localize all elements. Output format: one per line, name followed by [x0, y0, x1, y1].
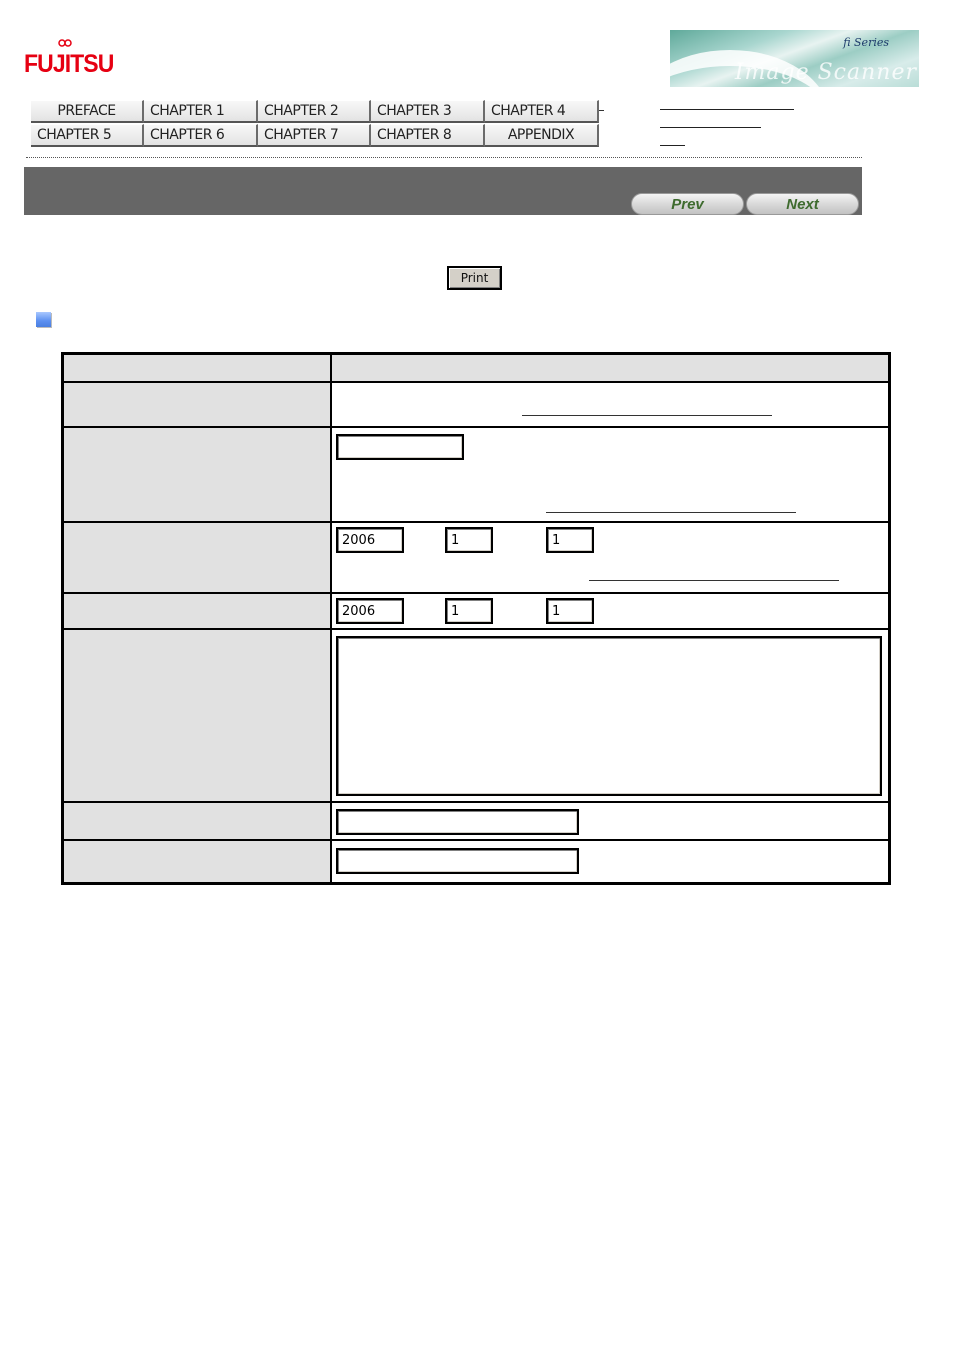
comment-textarea[interactable] — [336, 636, 882, 796]
row-label — [61, 381, 332, 428]
row-label — [61, 521, 332, 594]
table-row — [61, 426, 891, 523]
end-month-field[interactable] — [445, 598, 493, 624]
section-heading — [36, 312, 52, 328]
banner-series-text: fi Series — [843, 36, 889, 49]
start-year-field[interactable] — [336, 527, 404, 553]
nav-chapter-5[interactable]: CHAPTER 5 — [31, 124, 144, 147]
nav-preface[interactable]: PREFACE — [31, 100, 144, 123]
banner-subtitle: Image Scanner — [734, 60, 917, 85]
next-button[interactable]: Next — [746, 193, 859, 215]
nav-chapter-1[interactable]: CHAPTER 1 — [144, 100, 258, 123]
end-year-field[interactable] — [336, 598, 404, 624]
print-button[interactable]: Print — [447, 266, 502, 290]
nav-chapter-6[interactable]: CHAPTER 6 — [144, 124, 258, 147]
header-link-3[interactable] — [660, 145, 685, 146]
row-value — [330, 801, 891, 841]
inline-link[interactable] — [589, 580, 839, 581]
logo-text: FUJITSU — [24, 50, 114, 78]
nav-dash-decoration — [599, 110, 604, 111]
nav-chapter-7[interactable]: CHAPTER 7 — [258, 124, 371, 147]
header-cell-item — [61, 352, 332, 383]
start-day-field[interactable] — [546, 527, 594, 553]
row-value — [330, 839, 891, 884]
text-field-2[interactable] — [336, 809, 579, 835]
row-label — [61, 592, 332, 630]
nav-chapter-8[interactable]: CHAPTER 8 — [371, 124, 485, 147]
fi-series-banner: fi Series Image Scanner — [670, 30, 919, 87]
row-value — [330, 592, 891, 630]
table-row — [61, 839, 891, 884]
row-label — [61, 801, 332, 841]
start-month-field[interactable] — [445, 527, 493, 553]
page-title-bar: Prev Next — [24, 167, 862, 215]
row-label — [61, 426, 332, 523]
fujitsu-logo: FUJITSU — [24, 38, 114, 82]
blue-square-bullet-icon — [36, 312, 51, 327]
nav-chapter-3[interactable]: CHAPTER 3 — [371, 100, 485, 123]
chapter-navigation: PREFACE CHAPTER 1 CHAPTER 2 CHAPTER 3 CH… — [31, 100, 599, 148]
table-row — [61, 521, 891, 594]
row-value — [330, 521, 891, 594]
table-row — [61, 381, 891, 428]
table-row — [61, 592, 891, 630]
form-table — [61, 352, 891, 885]
prev-button[interactable]: Prev — [631, 193, 744, 215]
row-label — [61, 839, 332, 884]
nav-appendix[interactable]: APPENDIX — [485, 124, 599, 147]
header-divider — [26, 157, 862, 158]
row-value — [330, 628, 891, 803]
nav-chapter-2[interactable]: CHAPTER 2 — [258, 100, 371, 123]
text-field-3[interactable] — [336, 848, 579, 874]
inline-link[interactable] — [522, 415, 772, 416]
nav-chapter-4[interactable]: CHAPTER 4 — [485, 100, 599, 123]
header-link-2[interactable] — [660, 127, 761, 128]
row-value — [330, 381, 891, 428]
header-cell-description — [330, 352, 891, 383]
inline-link[interactable] — [546, 512, 796, 513]
row-label — [61, 628, 332, 803]
text-field-1[interactable] — [336, 434, 464, 460]
row-value — [330, 426, 891, 523]
infinity-mark-icon — [58, 39, 72, 47]
end-day-field[interactable] — [546, 598, 594, 624]
table-row — [61, 628, 891, 803]
header-link-1[interactable] — [660, 109, 794, 110]
table-header-row — [61, 352, 891, 383]
table-row — [61, 801, 891, 841]
